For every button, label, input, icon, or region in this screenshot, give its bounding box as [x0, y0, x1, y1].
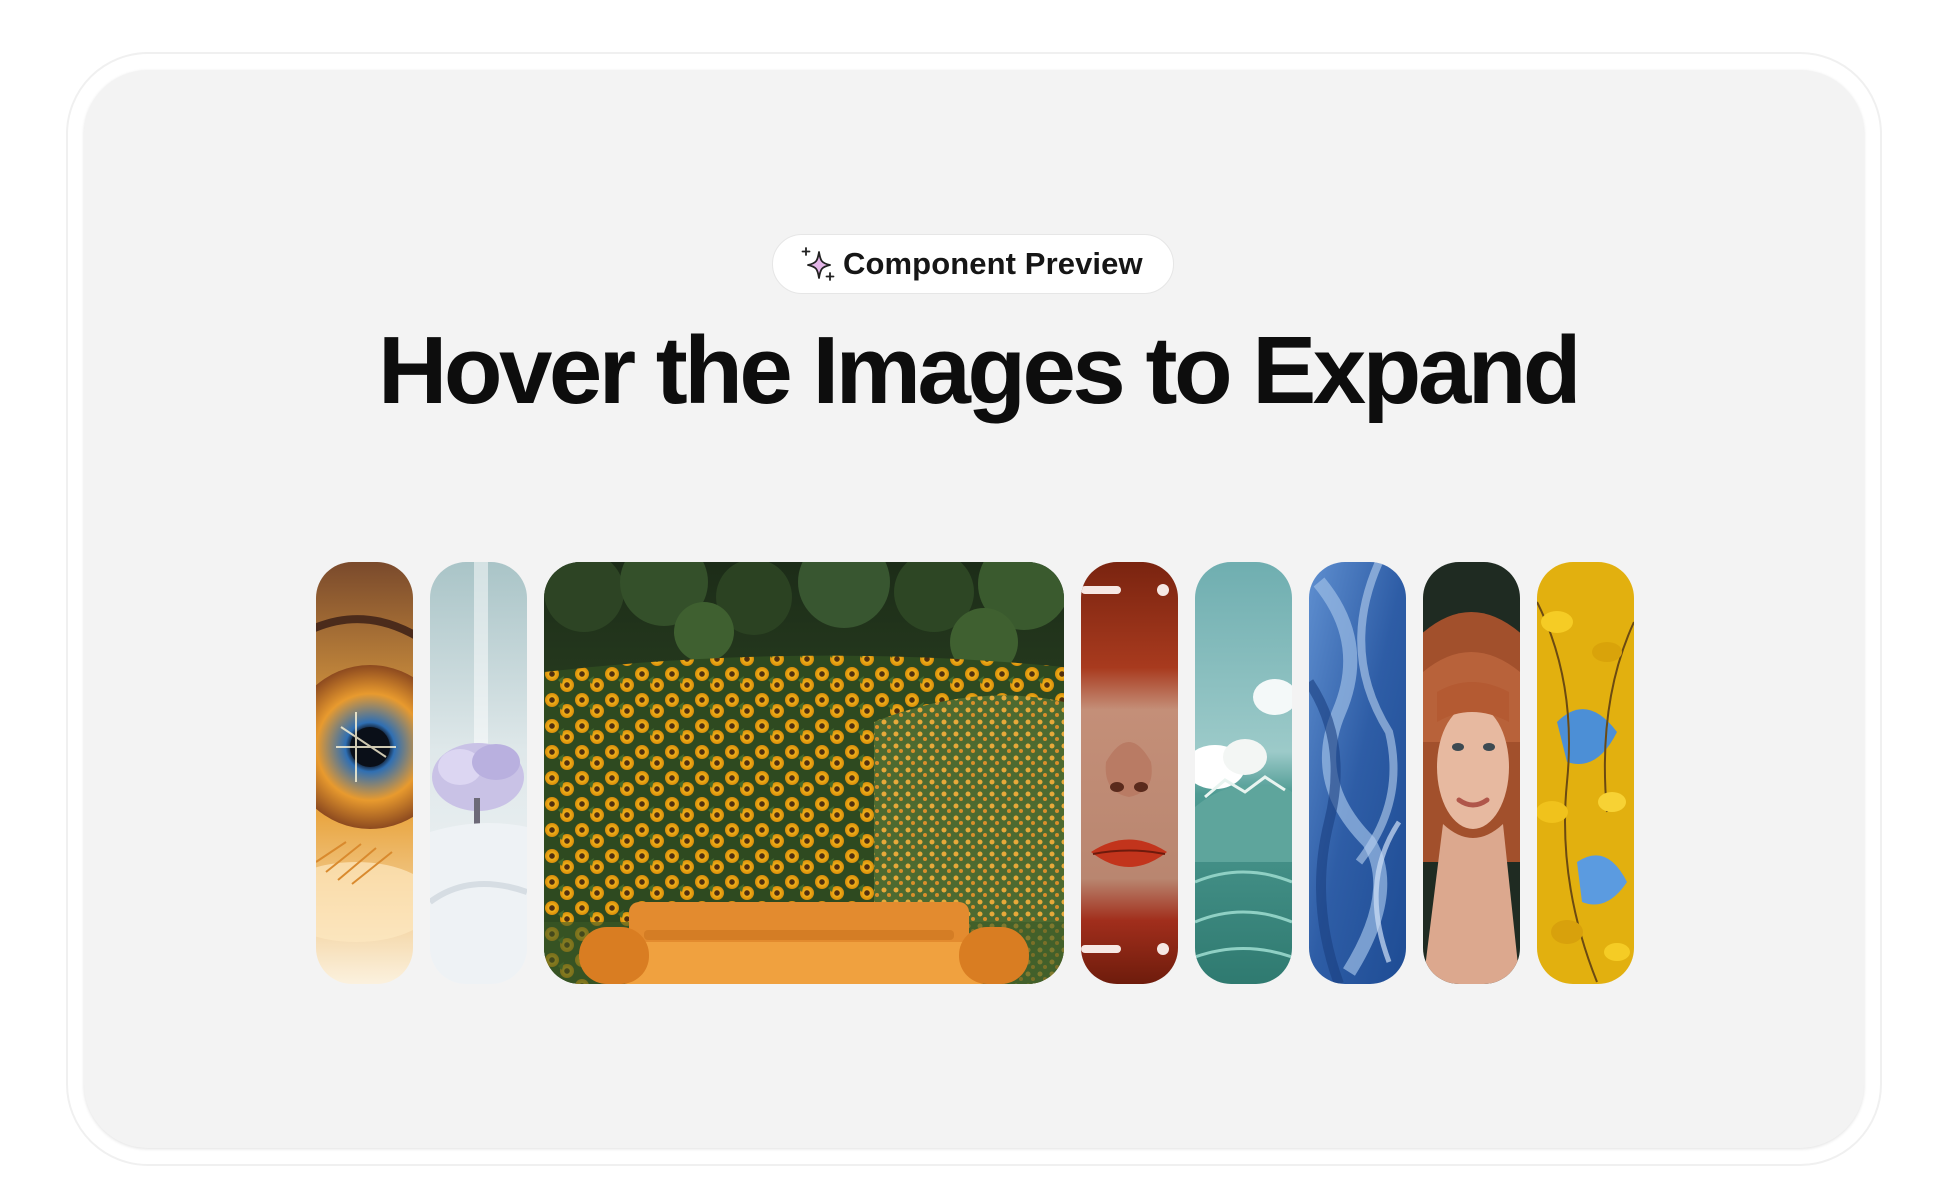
component-preview-badge: Component Preview	[772, 234, 1174, 294]
gallery-image-snowy-tree[interactable]	[430, 562, 527, 984]
gallery-image-red-haired-woman[interactable]	[1423, 562, 1520, 984]
page-title: Hover the Images to Expand	[378, 317, 1581, 424]
gallery-image-red-lips[interactable]	[1081, 562, 1178, 984]
gallery-image-ocean-wave[interactable]	[1195, 562, 1292, 984]
badge-label: Component Preview	[843, 246, 1143, 281]
gallery-image-blue-smoke[interactable]	[1309, 562, 1406, 984]
gallery-image-eye[interactable]	[316, 562, 413, 984]
image-gallery	[316, 562, 1634, 984]
gallery-image-sunflower-sofa[interactable]	[544, 562, 1064, 984]
sparkle-icon	[801, 247, 835, 281]
gallery-image-yellow-leaves[interactable]	[1537, 562, 1634, 984]
